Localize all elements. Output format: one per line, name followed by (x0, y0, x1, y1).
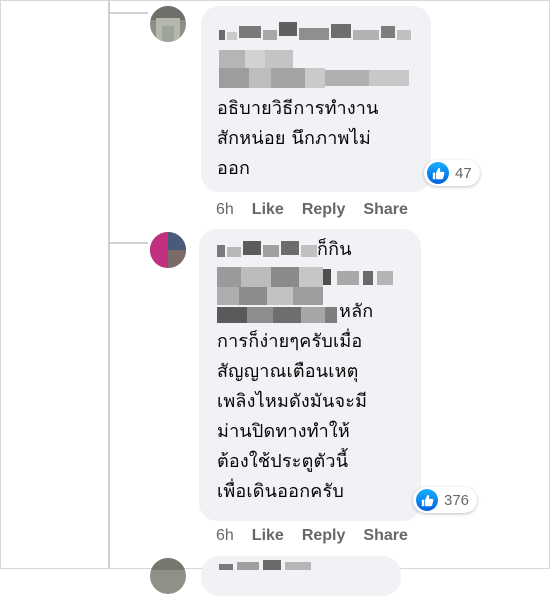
thread-connector (108, 242, 148, 244)
share-button[interactable]: Share (363, 527, 407, 545)
comment-text: อธิบายวิธีการทำงาน สักหน่อย นึกภาพไม่ ออ… (217, 98, 379, 179)
comment-bubble (201, 556, 401, 596)
like-button[interactable]: Like (252, 527, 284, 545)
comment-actions: 6h Like Reply Share (216, 527, 408, 545)
reaction-count-badge[interactable]: 376 (413, 487, 478, 513)
reply-button[interactable]: Reply (302, 527, 346, 545)
partial-text-line: หลัก (339, 301, 374, 322)
comment-text: การก็ง่ายๆครับเมื่อ สัญญาณเตือนเหตุ เพลิ… (217, 331, 368, 502)
comment-bubble: อธิบายวิธีการทำงาน สักหน่อย นึกภาพไม่ ออ… (201, 6, 431, 192)
share-button[interactable]: Share (363, 201, 407, 219)
reaction-count: 47 (455, 164, 472, 182)
like-icon (416, 489, 438, 511)
timestamp[interactable]: 6h (216, 527, 234, 545)
partial-text-line: ก็กิน (317, 239, 352, 260)
avatar[interactable] (150, 6, 186, 42)
pixelated-author-name (219, 22, 411, 46)
timestamp[interactable]: 6h (216, 201, 234, 219)
like-icon (427, 162, 449, 184)
like-button[interactable]: Like (252, 201, 284, 219)
avatar[interactable] (150, 232, 186, 268)
reply-button[interactable]: Reply (302, 201, 346, 219)
comment-actions: 6h Like Reply Share (216, 201, 408, 219)
reaction-count-badge[interactable]: 47 (424, 160, 480, 186)
thread-connector (108, 12, 148, 14)
pixelated-author-name (217, 239, 327, 261)
thread-line (108, 0, 110, 569)
avatar[interactable] (150, 558, 186, 594)
reaction-count: 376 (444, 491, 470, 509)
pixelated-text (219, 50, 411, 90)
comment-bubble: ก็กิน หลัก การก็ง่ายๆครับเมื่อ สัญญาณเตื… (199, 229, 421, 521)
